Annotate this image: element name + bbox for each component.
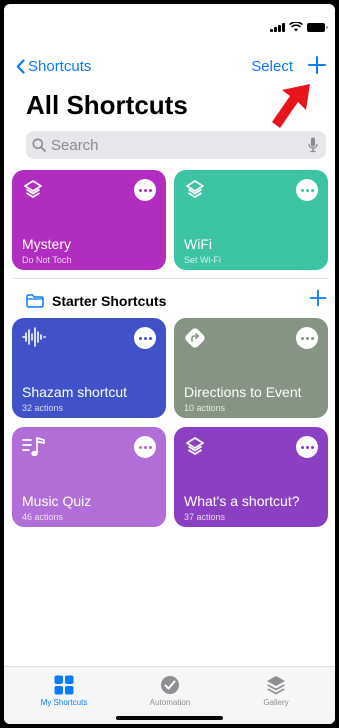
add-shortcut-button[interactable] <box>307 55 327 80</box>
shortcut-card-shazam[interactable]: Shazam shortcut 32 actions <box>12 318 166 418</box>
more-options-button[interactable] <box>296 179 318 201</box>
shortcut-subtitle: 10 actions <box>184 403 226 413</box>
search-placeholder: Search <box>51 136 99 154</box>
layers-icon <box>184 436 206 458</box>
back-button[interactable]: Shortcuts <box>16 58 91 75</box>
battery-icon <box>307 22 328 32</box>
music-list-icon <box>22 436 46 458</box>
tab-my-shortcuts[interactable]: My Shortcuts <box>14 675 114 707</box>
signal-icon <box>270 22 285 32</box>
more-options-button[interactable] <box>134 436 156 458</box>
more-options-button[interactable] <box>296 436 318 458</box>
starter-section-header: Starter Shortcuts <box>26 293 166 309</box>
shortcut-card-music-quiz[interactable]: Music Quiz 46 actions <box>12 427 166 527</box>
plus-icon <box>308 56 326 74</box>
shortcut-subtitle: 46 actions <box>22 512 64 522</box>
chevron-left-icon <box>16 59 25 74</box>
layers-icon <box>22 179 44 201</box>
wifi-icon <box>289 22 303 32</box>
shortcut-subtitle: Do Not Toch <box>22 255 72 265</box>
more-options-button[interactable] <box>296 327 318 349</box>
tab-automation[interactable]: Automation <box>120 675 220 707</box>
search-icon <box>32 138 46 152</box>
status-icons <box>270 22 328 32</box>
back-label: Shortcuts <box>28 58 92 75</box>
home-indicator <box>116 716 223 720</box>
add-starter-button[interactable] <box>309 289 327 312</box>
tab-label: My Shortcuts <box>40 698 88 707</box>
shortcut-subtitle: Set Wi-Fi <box>184 255 221 265</box>
folder-icon <box>26 294 44 308</box>
search-field[interactable]: Search <box>26 131 326 159</box>
shortcut-subtitle: 37 actions <box>184 512 226 522</box>
section-title: Starter Shortcuts <box>52 293 167 309</box>
tab-label: Gallery <box>263 698 289 707</box>
waveform-icon <box>22 327 46 347</box>
shortcut-name: WiFi <box>184 236 212 252</box>
grid-icon <box>54 675 74 695</box>
shortcut-name: What's a shortcut? <box>184 493 300 509</box>
shortcut-card-mystery[interactable]: Mystery Do Not Toch <box>12 170 166 270</box>
section-divider <box>12 278 328 279</box>
more-options-button[interactable] <box>134 179 156 201</box>
microphone-icon[interactable] <box>308 137 318 153</box>
shortcut-name: Mystery <box>22 236 71 252</box>
shortcut-name: Directions to Event <box>184 384 302 400</box>
shortcut-name: Shazam shortcut <box>22 384 128 400</box>
layers-icon <box>184 179 206 201</box>
select-button[interactable]: Select <box>251 58 293 75</box>
annotation-arrow-icon <box>272 84 310 128</box>
shortcut-card-whats-a-shortcut[interactable]: What's a shortcut? 37 actions <box>174 427 328 527</box>
directions-icon <box>184 327 206 349</box>
page-title: All Shortcuts <box>26 90 188 120</box>
shortcut-name: Music Quiz <box>22 493 92 509</box>
shortcut-card-directions[interactable]: Directions to Event 10 actions <box>174 318 328 418</box>
more-options-button[interactable] <box>134 327 156 349</box>
shortcut-subtitle: 32 actions <box>22 403 64 413</box>
status-bar <box>4 4 335 48</box>
tab-label: Automation <box>149 698 191 707</box>
phone-screen: Shortcuts Select All Shortcuts Search My… <box>4 4 335 724</box>
tab-gallery[interactable]: Gallery <box>226 675 326 707</box>
automation-icon <box>161 676 179 694</box>
navigation-bar: Shortcuts Select <box>4 56 335 80</box>
plus-icon <box>309 289 327 307</box>
gallery-icon <box>267 676 285 695</box>
shortcut-card-wifi[interactable]: WiFi Set Wi-Fi <box>174 170 328 270</box>
